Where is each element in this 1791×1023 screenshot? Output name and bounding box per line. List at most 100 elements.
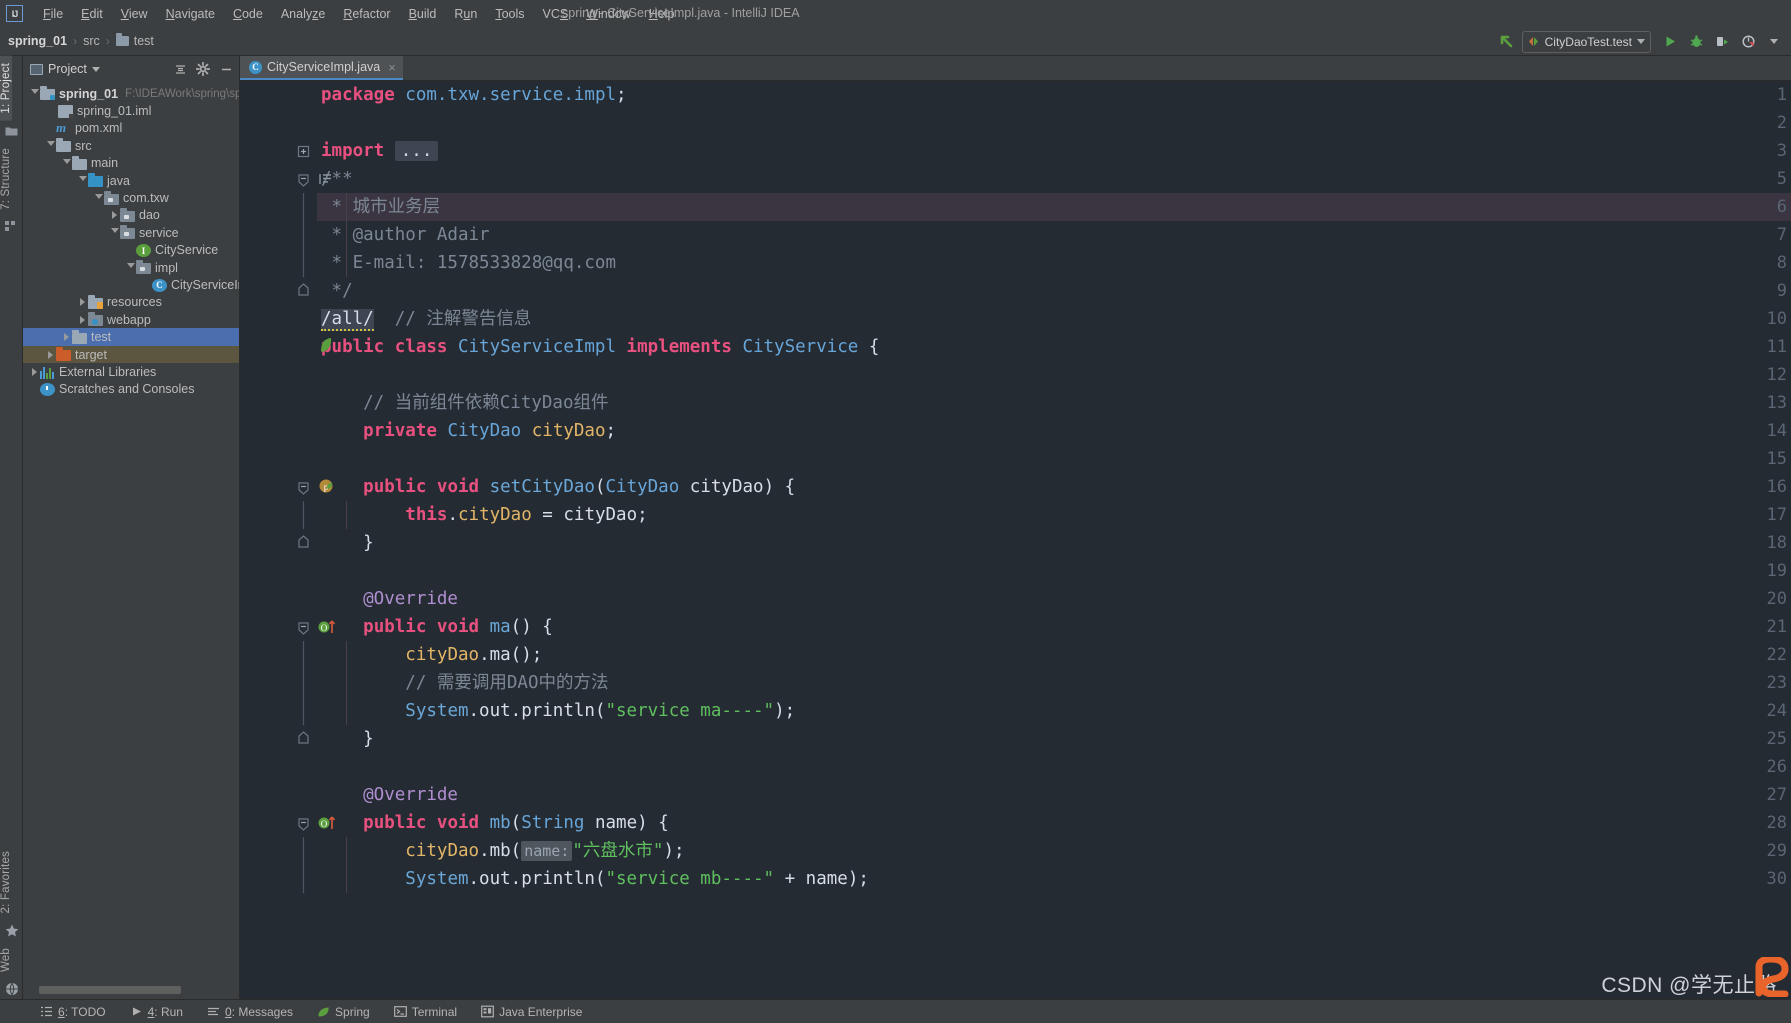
code-text[interactable]: public void ma() { <box>317 613 1791 641</box>
code-line-26[interactable]: 26 <box>240 753 1791 781</box>
sidebar-item-favorites[interactable]: 2: Favorites <box>0 844 12 920</box>
code-text[interactable]: public void setCityDao(CityDao cityDao) … <box>317 473 1791 501</box>
breadcrumb-item-src[interactable]: src <box>83 34 100 48</box>
code-text[interactable]: System.out.println("service ma----"); <box>317 697 1791 725</box>
project-hscroll-thumb[interactable] <box>39 986 181 994</box>
tab-cityserviceimpl-java[interactable]: C CityServiceImpl.java × <box>240 56 403 80</box>
status-item-0-messages[interactable]: 0: Messages <box>195 1003 305 1021</box>
close-icon[interactable]: × <box>388 61 396 74</box>
chevron-down-icon[interactable] <box>77 176 88 185</box>
code-line-20[interactable]: 20 @Override <box>240 585 1791 613</box>
breadcrumb-item-spring_01[interactable]: spring_01 <box>8 34 67 48</box>
tree-node-scratches-and-consoles[interactable]: Scratches and Consoles <box>23 381 239 398</box>
tree-node-java[interactable]: java <box>23 172 239 189</box>
code-text[interactable] <box>317 557 1791 585</box>
folder-icon[interactable] <box>0 121 23 141</box>
sidebar-item-web[interactable]: Web <box>0 941 12 979</box>
code-line-11[interactable]: 11 public class CityServiceImpl implement… <box>240 333 1791 361</box>
chevron-right-icon[interactable] <box>29 367 40 376</box>
menu-item-code[interactable]: Code <box>224 4 272 24</box>
editor-gutter[interactable] <box>240 333 317 361</box>
editor-gutter[interactable] <box>240 389 317 417</box>
code-line-14[interactable]: 14 private CityDao cityDao; <box>240 417 1791 445</box>
code-editor[interactable]: 1 package com.txw.service.impl; 2 3 import .… <box>240 81 1791 999</box>
debug-button[interactable] <box>1683 30 1709 54</box>
code-folding-marker[interactable] <box>295 613 315 641</box>
chevron-right-icon[interactable] <box>77 315 88 324</box>
code-line-24[interactable]: 24 System.out.println("service ma----"); <box>240 697 1791 725</box>
spring-bean-gutter-icon[interactable] <box>318 333 334 372</box>
folded-imports[interactable]: ... <box>394 141 439 161</box>
code-text[interactable]: /** <box>317 165 1791 193</box>
code-text[interactable]: * E-mail: 1578533828@qq.com <box>317 249 1791 277</box>
javadoc-gutter-icon[interactable] <box>318 165 334 204</box>
code-lines-container[interactable]: 1 package com.txw.service.impl; 2 3 import .… <box>240 81 1791 999</box>
tree-node-com-txw[interactable]: com.txw <box>23 189 239 206</box>
tree-node-src[interactable]: src <box>23 137 239 154</box>
code-folding-marker[interactable] <box>295 669 315 697</box>
editor-gutter[interactable] <box>240 417 317 445</box>
code-line-2[interactable]: 2 <box>240 109 1791 137</box>
tree-node-test[interactable]: test <box>23 328 239 346</box>
code-line-17[interactable]: 17 this.cityDao = cityDao; <box>240 501 1791 529</box>
code-folding-marker[interactable] <box>295 137 315 165</box>
menu-item-analyze[interactable]: Analyze <box>272 4 334 24</box>
chevron-down-icon[interactable] <box>125 263 136 272</box>
breadcrumb-item-test[interactable]: test <box>115 33 154 48</box>
code-line-3[interactable]: 3 import ... <box>240 137 1791 165</box>
status-item-terminal[interactable]: Terminal <box>382 1003 469 1021</box>
status-item-java-enterprise[interactable]: Java Enterprise <box>469 1003 594 1021</box>
project-view-dropdown-icon[interactable] <box>91 66 100 72</box>
settings-gear-icon[interactable] <box>194 60 212 78</box>
code-line-10[interactable]: 10/all/ // 注解警告信息 <box>240 305 1791 333</box>
menu-item-file[interactable]: File <box>34 4 72 24</box>
menu-item-tools[interactable]: Tools <box>486 4 533 24</box>
code-text[interactable]: cityDao.mb(name: "六盘水市"); <box>317 837 1791 865</box>
globe-icon[interactable] <box>0 979 23 999</box>
code-line-25[interactable]: 25 } <box>240 725 1791 753</box>
chevron-right-icon[interactable] <box>77 298 88 307</box>
code-folding-marker[interactable] <box>295 193 315 221</box>
code-line-27[interactable]: 27 @Override <box>240 781 1791 809</box>
code-text[interactable]: this.cityDao = cityDao; <box>317 501 1791 529</box>
sidebar-item-structure[interactable]: 7: Structure <box>0 141 12 217</box>
code-line-29[interactable]: 29 cityDao.mb(name: "六盘水市"); <box>240 837 1791 865</box>
menu-item-navigate[interactable]: Navigate <box>157 4 224 24</box>
code-line-19[interactable]: 19 <box>240 557 1791 585</box>
code-text[interactable]: @Override <box>317 585 1791 613</box>
project-hscrollbar[interactable] <box>23 981 239 999</box>
code-text[interactable]: // 当前组件依赖CityDao组件 <box>317 389 1791 417</box>
tree-node-target[interactable]: target <box>23 345 239 364</box>
tree-node-impl[interactable]: impl <box>23 259 239 276</box>
code-line-18[interactable]: 18 } <box>240 529 1791 557</box>
code-line-1[interactable]: 1 package com.txw.service.impl; <box>240 81 1791 109</box>
code-line-28[interactable]: 28 O public void mb(String name) { <box>240 809 1791 837</box>
run-configuration-selector[interactable]: CityDaoTest.test <box>1521 30 1651 53</box>
tree-node-spring-01-iml[interactable]: spring_01.iml <box>23 102 239 119</box>
editor-gutter[interactable] <box>240 557 317 585</box>
menu-item-edit[interactable]: Edit <box>72 4 112 24</box>
code-line-21[interactable]: 21 O public void ma() { <box>240 613 1791 641</box>
code-text[interactable]: System.out.println("service mb----" + na… <box>317 865 1791 893</box>
chevron-down-icon[interactable] <box>109 228 120 237</box>
menu-item-run[interactable]: Run <box>445 4 486 24</box>
code-text[interactable]: cityDao.ma(); <box>317 641 1791 669</box>
code-line-8[interactable]: 8 * E-mail: 1578533828@qq.com <box>240 249 1791 277</box>
project-hscroll-track[interactable] <box>29 986 233 994</box>
tree-node-webapp[interactable]: webapp <box>23 311 239 328</box>
code-line-13[interactable]: 13 // 当前组件依赖CityDao组件 <box>240 389 1791 417</box>
chevron-right-icon[interactable] <box>109 211 120 220</box>
status-item-4-run[interactable]: 4: Run <box>118 1003 195 1021</box>
code-line-12[interactable]: 12 <box>240 361 1791 389</box>
code-text[interactable]: } <box>317 529 1791 557</box>
code-line-15[interactable]: 15 <box>240 445 1791 473</box>
tree-node-cityservice[interactable]: I CityService <box>23 242 239 259</box>
code-text[interactable]: private CityDao cityDao; <box>317 417 1791 445</box>
structure-icon[interactable] <box>0 216 23 236</box>
editor-gutter[interactable] <box>240 781 317 809</box>
chevron-down-icon[interactable] <box>61 158 72 168</box>
code-folding-marker[interactable] <box>295 697 315 725</box>
profiler-button[interactable] <box>1735 30 1761 54</box>
sidebar-item-project[interactable]: 1: Project <box>0 56 12 121</box>
editor-gutter[interactable] <box>240 361 317 389</box>
